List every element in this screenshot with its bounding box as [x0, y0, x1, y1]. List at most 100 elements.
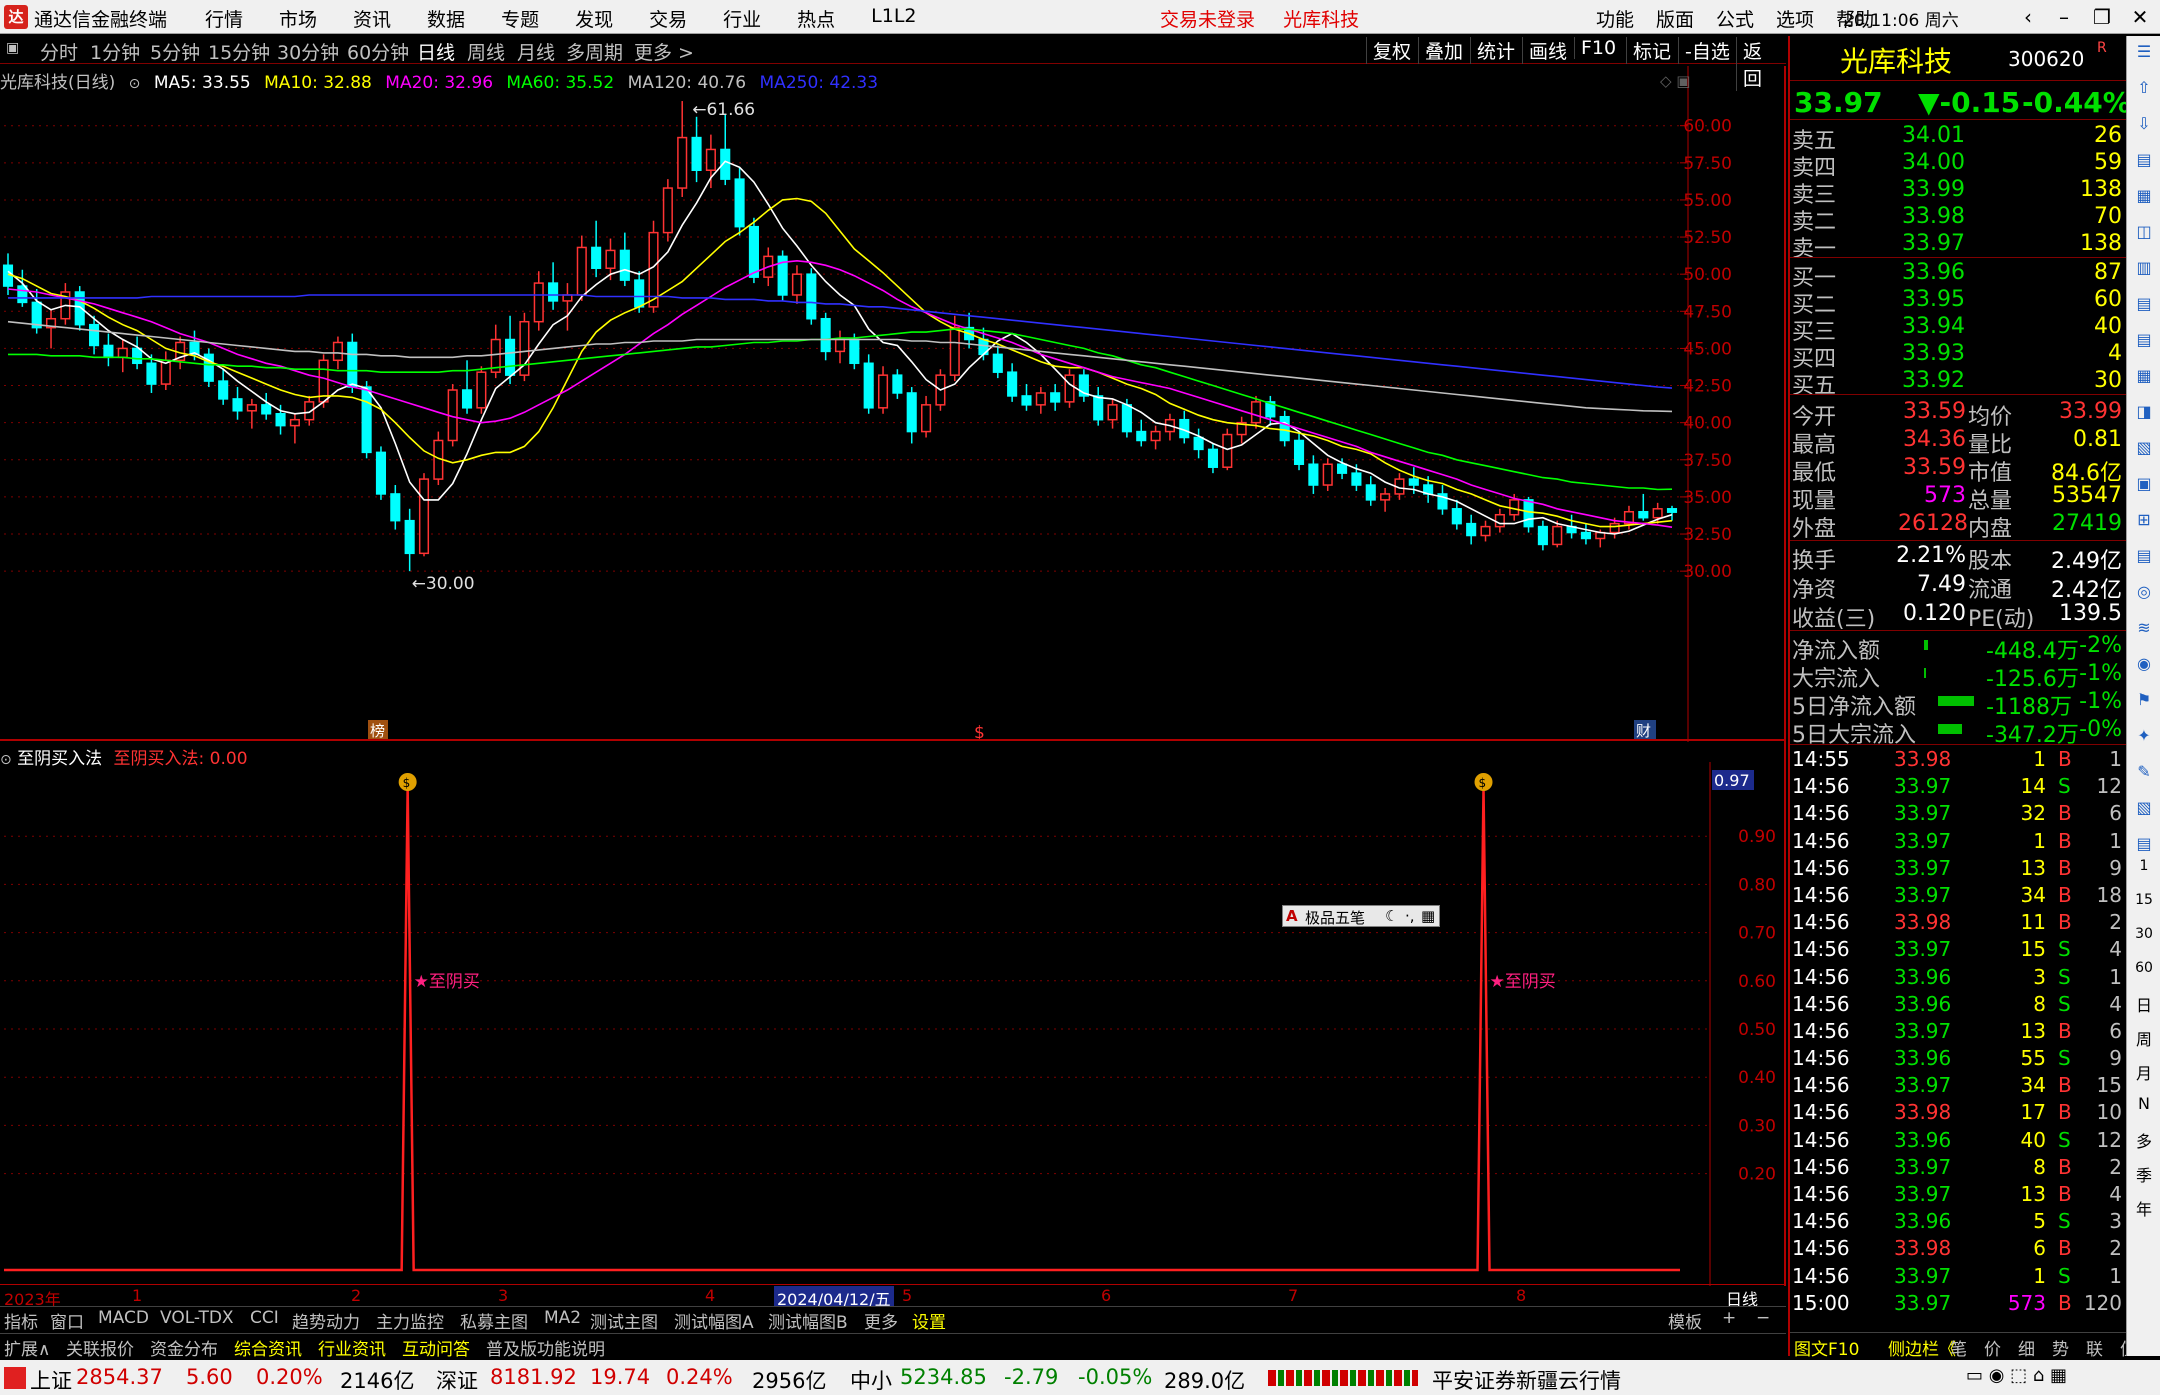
tab-cci[interactable]: CCI — [250, 1308, 279, 1328]
tab-test-sub-b[interactable]: 测试幅图B — [768, 1308, 848, 1333]
tick-list[interactable]: 14:55 33.98 1 B 1 14:56 33.97 14 S 12 14:56 33.97 32… — [1790, 746, 2126, 1317]
remove-watchlist-button[interactable]: -自选 — [1678, 37, 1736, 64]
sidebar-tool-icon[interactable]: ▤ — [2131, 150, 2157, 176]
menu-item-formula[interactable]: 公式 — [1716, 5, 1754, 32]
tab-macd[interactable]: MACD — [98, 1308, 149, 1328]
tab-more-indicators[interactable]: 更多 — [864, 1308, 898, 1333]
quote-tab[interactable]: 侧边栏《 — [1888, 1335, 1956, 1360]
tab-trend-power[interactable]: 趋势动力 — [292, 1308, 360, 1333]
quote-tab[interactable]: 细 — [2018, 1335, 2035, 1360]
minute-shortcut[interactable]: 1 — [2131, 858, 2157, 884]
period-shortcut[interactable]: 多 — [2131, 1128, 2157, 1154]
minute-shortcut[interactable]: 60 — [2131, 960, 2157, 986]
tab-indicator[interactable]: 指标 — [4, 1308, 38, 1333]
menu-item-trade[interactable]: 交易 — [649, 5, 687, 32]
tab-timeshare[interactable]: 分时 — [40, 38, 78, 65]
sidebar-tool-icon[interactable]: ▣ — [2131, 474, 2157, 500]
sidebar-tool-icon[interactable]: ◉ — [2131, 654, 2157, 680]
tab-30min[interactable]: 30分钟 — [277, 38, 339, 65]
quote-tab[interactable]: 图文F10 — [1794, 1335, 1859, 1360]
indicator-name[interactable]: 至阴买入法 — [17, 749, 102, 769]
menu-item-discover[interactable]: 发现 — [575, 5, 613, 32]
menu-item-industry[interactable]: 行业 — [723, 5, 761, 32]
tab-daily[interactable]: 日线 — [417, 38, 455, 65]
quote-tab[interactable]: 势 — [2052, 1335, 2069, 1360]
trade-login-status[interactable]: 交易未登录 — [1160, 9, 1255, 31]
minimize-icon[interactable]: – — [2046, 2, 2082, 32]
sidebar-tool-icon[interactable]: ⇧ — [2131, 78, 2157, 104]
statistics-button[interactable]: 统计 — [1470, 37, 1521, 64]
menu-item-topics[interactable]: 专题 — [501, 5, 539, 32]
sidebar-tool-icon[interactable]: ▤ — [2131, 330, 2157, 356]
sidebar-tool-icon[interactable]: ▧ — [2131, 438, 2157, 464]
period-shortcut[interactable]: 季 — [2131, 1162, 2157, 1188]
sz-label[interactable]: 深证 — [436, 1365, 478, 1395]
menu-item-function[interactable]: 功能 — [1596, 5, 1634, 32]
bid-row[interactable]: 买五 33.92 30 — [1790, 367, 2126, 399]
menu-item-hot[interactable]: 热点 — [797, 5, 835, 32]
ask-row[interactable]: 卖二 33.98 70 — [1790, 203, 2126, 235]
period-shortcut[interactable]: 日 — [2131, 992, 2157, 1018]
ime-keyboard-icon[interactable]: ▦ — [1421, 907, 1435, 925]
tab-related-quotes[interactable]: 关联报价 — [66, 1335, 134, 1360]
sidebar-tool-icon[interactable]: ▤ — [2131, 294, 2157, 320]
minute-shortcut[interactable]: 30 — [2131, 926, 2157, 952]
sidebar-tool-icon[interactable]: ≋ — [2131, 618, 2157, 644]
tab-expand[interactable]: 扩展∧ — [4, 1335, 50, 1360]
broker-server[interactable]: 平安证券新疆云行情 — [1432, 1365, 1621, 1395]
tab-more[interactable]: 更多 > — [634, 38, 694, 65]
tab-industry-news[interactable]: 行业资讯 — [318, 1335, 386, 1360]
ime-toolbar[interactable]: A 极品五笔 ☾ ·, ▦ — [1282, 905, 1440, 927]
sidebar-tool-icon[interactable]: ◎ — [2131, 582, 2157, 608]
tab-feature-guide[interactable]: 普及版功能说明 — [486, 1335, 605, 1360]
draw-line-button[interactable]: 画线 — [1522, 37, 1573, 64]
tab-monthly[interactable]: 月线 — [517, 38, 555, 65]
tab-vol-tdx[interactable]: VOL-TDX — [160, 1308, 234, 1328]
menu-item-options[interactable]: 选项 — [1776, 5, 1814, 32]
bid-row[interactable]: 买二 33.95 60 — [1790, 286, 2126, 318]
sidebar-tool-icon[interactable]: ◨ — [2131, 402, 2157, 428]
sidebar-tool-icon[interactable]: ▤ — [2131, 546, 2157, 572]
sidebar-tool-icon[interactable]: ✎ — [2131, 762, 2157, 788]
adjust-button[interactable]: 复权 — [1366, 37, 1417, 64]
template-button[interactable]: 模板 — [1668, 1308, 1702, 1333]
minute-shortcut[interactable]: 15 — [2131, 892, 2157, 918]
status-tool-icons[interactable]: ▭ ◉ ⬚ ⌂ ▦ — [1966, 1365, 2067, 1386]
menu-item-l1l2[interactable]: L1L2 — [871, 5, 916, 32]
ask-row[interactable]: 卖一 33.97 138 — [1790, 230, 2126, 262]
period-shortcut[interactable]: 周 — [2131, 1026, 2157, 1052]
sidebar-tool-icon[interactable]: ▧ — [2131, 798, 2157, 824]
sidebar-tool-icon[interactable]: ▤ — [2131, 834, 2157, 860]
ask-row[interactable]: 卖五 34.01 26 — [1790, 122, 2126, 154]
ime-punct-icon[interactable]: ·, — [1405, 907, 1415, 925]
menu-item-data[interactable]: 数据 — [427, 5, 465, 32]
close-icon[interactable]: ✕ — [2122, 2, 2158, 32]
bid-row[interactable]: 买四 33.93 4 — [1790, 340, 2126, 372]
sidebar-tool-icon[interactable]: ▦ — [2131, 186, 2157, 212]
bid-row[interactable]: 买一 33.96 87 — [1790, 259, 2126, 291]
tab-60min[interactable]: 60分钟 — [347, 38, 409, 65]
sidebar-tool-icon[interactable]: ⊞ — [2131, 510, 2157, 536]
restore-icon[interactable]: ❐ — [2084, 2, 2120, 32]
sh-label[interactable]: 上证 — [30, 1365, 72, 1395]
tab-multi-period[interactable]: 多周期 — [566, 38, 623, 65]
overlay-button[interactable]: 叠加 — [1418, 37, 1469, 64]
menu-item-market[interactable]: 市场 — [279, 5, 317, 32]
add-window-button[interactable]: + — [1722, 1308, 1736, 1328]
sidebar-tool-icon[interactable]: ⚑ — [2131, 690, 2157, 716]
indicator-settings-icon[interactable]: ⊙ — [0, 752, 12, 768]
sidebar-tool-icon[interactable]: ⇩ — [2131, 114, 2157, 140]
tab-main-monitor[interactable]: 主力监控 — [376, 1308, 444, 1333]
tab-5min[interactable]: 5分钟 — [150, 38, 200, 65]
quote-tab[interactable]: 联 — [2086, 1335, 2103, 1360]
f10-button[interactable]: F10 — [1574, 37, 1622, 59]
tab-private-main[interactable]: 私募主图 — [460, 1308, 528, 1333]
tab-15min[interactable]: 15分钟 — [208, 38, 270, 65]
period-shortcut[interactable]: 年 — [2131, 1196, 2157, 1222]
indicator-chart[interactable]: 0.90 0.80 0.70 0.60 0.50 0.40 0.30 0.20 $ ★至阴买 $ ★至… — [0, 742, 1786, 1286]
ime-moon-icon[interactable]: ☾ — [1385, 907, 1398, 925]
ask-row[interactable]: 卖四 34.00 59 — [1790, 149, 2126, 181]
sidebar-tool-icon[interactable]: ☰ — [2131, 42, 2157, 68]
bid-row[interactable]: 买三 33.94 40 — [1790, 313, 2126, 345]
tab-qa[interactable]: 互动问答 — [402, 1335, 470, 1360]
